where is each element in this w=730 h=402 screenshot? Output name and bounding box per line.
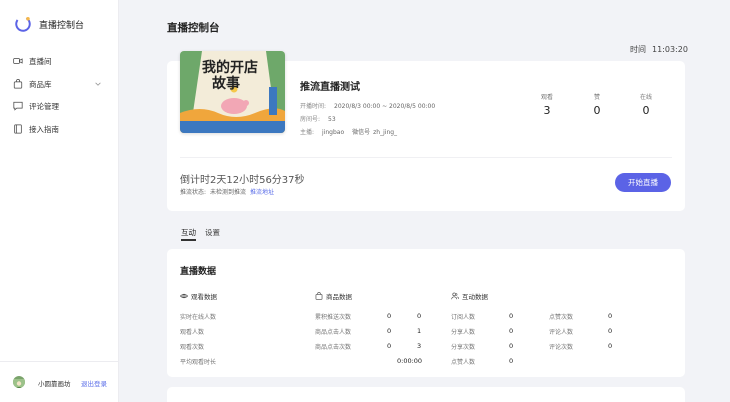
video-camera-icon — [13, 58, 23, 64]
sidebar-item-label: 接入指南 — [29, 124, 59, 134]
stream-status: 推流状态: 未检测到推流 推流地址 — [180, 187, 274, 196]
clock-label: 时间 — [630, 45, 646, 54]
group-title: 观看数据 — [191, 293, 217, 301]
metric-label: 观看次数 — [180, 344, 205, 351]
stream-status-label: 推流状态: — [180, 189, 207, 196]
stream-url-link[interactable]: 推流地址 — [250, 189, 274, 196]
tab-active-indicator — [181, 239, 196, 241]
metric-label: 实时在线人数 — [180, 314, 217, 321]
live-info-card: 我的开店 故事 推流直播测试 开播时间: 2020/8/3 00:00 ~ 202… — [167, 51, 685, 211]
group-header-interaction: 互动数据 — [451, 291, 488, 301]
comment-icon — [13, 101, 23, 111]
stat-label: 在线 — [639, 94, 652, 101]
sidebar: 直播控制台 直播间 商品库 评论管理 接入指南 小圆靠画坊 退出登录 — [0, 0, 119, 402]
live-data-card: 直播数据 观看数据 实时在线人数 0 观看人数 1 观看次数 3 平均观看时长 … — [167, 249, 685, 377]
metric-label: 订阅人数 — [451, 314, 476, 321]
bottom-card — [167, 387, 685, 402]
metric-value: 1 — [417, 327, 422, 335]
card-divider — [180, 157, 672, 158]
host-label: 主播: — [300, 129, 315, 136]
cover-title-line2: 故事 — [212, 76, 240, 92]
stat-value: 0 — [593, 104, 601, 117]
avatar[interactable] — [13, 376, 25, 388]
metric-value: 0 — [387, 342, 392, 350]
metric-value: 3 — [417, 342, 422, 350]
avatar-image-icon — [13, 379, 25, 388]
metric-label: 分享人数 — [451, 329, 476, 336]
sidebar-item-live-room[interactable]: 直播间 — [0, 52, 119, 70]
start-time-label: 开播时间: — [300, 103, 327, 110]
room-label: 房间号: — [300, 116, 321, 123]
clock: 时间 11:03:20 — [630, 44, 688, 55]
app-title: 直播控制台 — [39, 21, 85, 31]
sidebar-item-label: 商品库 — [29, 79, 52, 89]
stat-online: 在线 0 — [626, 92, 666, 117]
live-host: 主播: jingbao 微信号 zh_jing_ — [300, 127, 397, 136]
metric-value: 0 — [387, 312, 392, 320]
metric-value: 0 — [387, 327, 392, 335]
stat-label: 赞 — [593, 94, 600, 101]
sidebar-item-product-library[interactable]: 商品库 — [0, 75, 119, 93]
chevron-down-icon[interactable] — [94, 80, 102, 88]
metric-value: 0 — [509, 327, 514, 335]
metric-label: 平均观看时长 — [180, 359, 217, 366]
book-icon — [14, 124, 22, 134]
stat-value: 0 — [642, 104, 650, 117]
metric-value: 0 — [509, 312, 514, 320]
metric-label: 累积推送次数 — [315, 314, 352, 321]
tab-settings[interactable]: 设置 — [205, 227, 220, 238]
sidebar-footer: 小圆靠画坊 退出登录 — [0, 361, 119, 402]
stat-views: 观看 3 — [527, 92, 567, 117]
live-title: 推流直播测试 — [300, 82, 360, 93]
page-title: 直播控制台 — [167, 22, 220, 34]
sidebar-item-label: 直播间 — [29, 56, 52, 66]
live-cover-image[interactable]: 我的开店 故事 — [180, 51, 285, 133]
countdown: 倒计时2天12小时56分37秒 — [180, 175, 305, 186]
stream-status-value: 未检测到推流 — [210, 189, 247, 196]
group-title: 商品数据 — [326, 293, 352, 301]
stat-likes: 赞 0 — [577, 92, 617, 117]
metric-value: 0:00:00 — [397, 357, 423, 365]
metric-label: 商品点击人数 — [315, 329, 352, 336]
sidebar-item-comment-management[interactable]: 评论管理 — [0, 97, 119, 115]
metric-label: 评论人数 — [549, 329, 574, 336]
metric-label: 分享次数 — [451, 344, 476, 351]
clock-value: 11:03:20 — [652, 45, 688, 54]
metric-label: 观看人数 — [180, 329, 205, 336]
room-value: 53 — [328, 116, 336, 123]
wechat-value: zh_jing_ — [373, 129, 398, 136]
host-value: jingbao — [322, 129, 345, 136]
live-data-title: 直播数据 — [180, 267, 217, 277]
group-title: 互动数据 — [462, 293, 488, 301]
wechat-label: 微信号 — [352, 129, 371, 136]
eye-icon — [180, 293, 188, 299]
metric-value: 0 — [417, 312, 422, 320]
stat-value: 3 — [543, 104, 551, 117]
metric-label: 点赞次数 — [549, 314, 574, 321]
sidebar-item-label: 评论管理 — [29, 101, 59, 111]
shopping-bag-icon — [13, 79, 23, 89]
metric-value: 0 — [608, 327, 613, 335]
metric-label: 点赞人数 — [451, 359, 476, 366]
metric-value: 0 — [608, 342, 613, 350]
group-header-products: 商品数据 — [315, 291, 352, 301]
shopping-bag-icon — [315, 292, 323, 300]
start-time-value: 2020/8/3 00:00 ~ 2020/8/5 00:00 — [334, 103, 436, 110]
stat-label: 观看 — [540, 94, 553, 101]
metric-value: 0 — [509, 342, 514, 350]
live-start-time: 开播时间: 2020/8/3 00:00 ~ 2020/8/5 00:00 — [300, 101, 435, 110]
live-room-number: 房间号: 53 — [300, 114, 336, 123]
group-header-views: 观看数据 — [180, 291, 217, 301]
metric-value: 0 — [509, 357, 514, 365]
metric-value: 0 — [608, 312, 613, 320]
users-icon — [451, 292, 459, 300]
tab-interaction[interactable]: 互动 — [181, 227, 196, 238]
username: 小圆靠画坊 — [38, 380, 71, 388]
logout-link[interactable]: 退出登录 — [81, 378, 107, 388]
app-logo-icon — [15, 16, 31, 32]
metric-label: 评论次数 — [549, 344, 574, 351]
metric-label: 商品点击次数 — [315, 344, 352, 351]
sidebar-item-access-guide[interactable]: 接入指南 — [0, 120, 119, 138]
start-live-button[interactable]: 开始直播 — [615, 173, 671, 192]
